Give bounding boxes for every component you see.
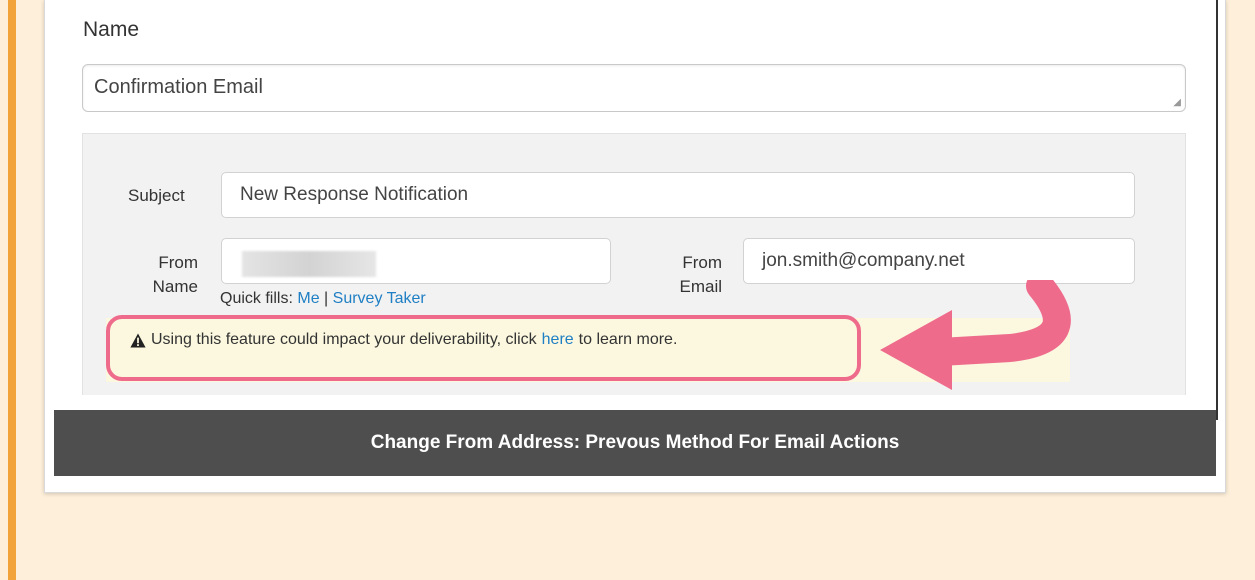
subject-label: Subject: [128, 186, 185, 205]
from-email-label-line2: Email: [679, 277, 722, 296]
from-email-input-value: jon.smith@company.net: [762, 250, 965, 271]
learn-more-link[interactable]: here: [542, 331, 574, 349]
redacted-name: [242, 251, 376, 277]
warning-text-after: to learn more.: [578, 331, 678, 348]
curved-arrow-icon: [880, 280, 1071, 390]
window-edge: [1216, 0, 1218, 420]
resize-grip-icon[interactable]: ◢: [1173, 97, 1181, 108]
from-name-label-line2: Name: [152, 277, 198, 296]
from-email-label-line1: From: [682, 253, 722, 272]
from-name-label-line1: From: [158, 253, 198, 272]
accent-bar: [8, 0, 16, 580]
subject-input-value: New Response Notification: [240, 184, 469, 205]
from-email-input[interactable]: jon.smith@company.net: [743, 238, 1135, 284]
name-input-value: Confirmation Email: [94, 76, 263, 98]
subject-input[interactable]: New Response Notification: [221, 172, 1135, 218]
name-input[interactable]: Confirmation Email ◢: [82, 64, 1186, 112]
quick-fill-survey-taker-link[interactable]: Survey Taker: [333, 290, 426, 307]
quick-fill-me-link[interactable]: Me: [297, 290, 319, 307]
quick-fills-separator: |: [324, 290, 329, 307]
caption-banner: Change From Address: Prevous Method For …: [54, 410, 1216, 476]
warning-text-before: Using this feature could impact your del…: [151, 331, 537, 348]
quick-fills: Quick fills: Me | Survey Taker: [220, 290, 426, 308]
from-email-label: From Email: [660, 251, 722, 299]
name-label: Name: [83, 18, 140, 41]
deliverability-warning: Using this feature could impact your del…: [130, 331, 677, 349]
warning-triangle-icon: [130, 333, 146, 347]
from-name-label: From Name: [138, 251, 198, 299]
quick-fills-label: Quick fills:: [220, 290, 293, 307]
